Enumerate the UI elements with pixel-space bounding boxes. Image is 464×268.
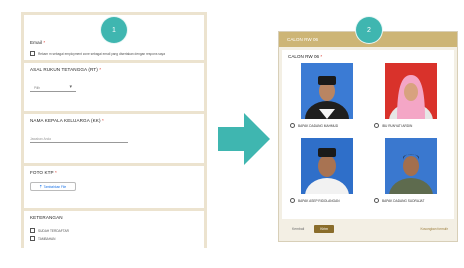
candidate-radio[interactable] bbox=[374, 198, 379, 203]
step-1-badge: 1 bbox=[101, 17, 127, 43]
candidate-choice[interactable]: BAPAK DADANG SUDRAJAT bbox=[374, 198, 448, 203]
candidate-choice[interactable]: BAPAK DADANG MAHMUD bbox=[290, 123, 364, 128]
ktp-label: FOTO KTP * bbox=[30, 170, 57, 175]
candidate-name: BAPAK DADANG SUDRAJAT bbox=[382, 198, 425, 203]
email-receipt-option[interactable]: Rekam m sebagai employment zone sebagai … bbox=[30, 51, 198, 56]
keterangan-checkbox[interactable] bbox=[30, 228, 35, 233]
keterangan-label: KETERANGAN bbox=[30, 215, 63, 220]
step-2-badge: 2 bbox=[356, 17, 382, 43]
add-file-button[interactable]: ⤒ Tambahkan File bbox=[30, 182, 76, 191]
candidate-photo bbox=[385, 63, 437, 119]
keterangan-card: KETERANGAN SUDAH TERDAFTAR TAMBAHAN bbox=[24, 211, 204, 252]
keterangan-checkbox[interactable] bbox=[30, 236, 35, 241]
form-footer: Kembali Kirim Kosongkan formulir bbox=[282, 220, 454, 238]
candidate-choice[interactable]: BAPAK ASEP RIDOLANGAN bbox=[290, 198, 364, 203]
rt-select-value: Pilih bbox=[34, 85, 41, 90]
back-button[interactable]: Kembali bbox=[288, 225, 308, 233]
arrow-right-icon bbox=[218, 113, 270, 165]
candidate-radio[interactable] bbox=[290, 198, 295, 203]
rt-label: ASAL RUKUN TETANGGA (RT) * bbox=[30, 67, 102, 72]
candidate-photo bbox=[301, 138, 353, 194]
rt-card: ASAL RUKUN TETANGGA (RT) * Pilih ▾ bbox=[24, 63, 204, 111]
ktp-card: FOTO KTP * ⤒ Tambahkan File bbox=[24, 166, 204, 208]
keterangan-option-label: SUDAH TERDAFTAR bbox=[38, 228, 69, 233]
form-panel-step-2: CALON RW 06 CALON RW 06 * BAPAK DADANG M… bbox=[278, 31, 458, 242]
email-receipt-text: Rekam m sebagai employment zone sebagai … bbox=[38, 51, 166, 56]
clear-form-link[interactable]: Kosongkan formulir bbox=[421, 227, 448, 231]
candidate-option[interactable]: BAPAK DADANG MAHMUD bbox=[290, 63, 364, 128]
tutorial-figure: Email * Rekam m sebagai employment zone … bbox=[0, 0, 464, 268]
kk-label: NAMA KEPALA KELUARGA (KK) * bbox=[30, 118, 104, 123]
form-panel-step-1: Email * Rekam m sebagai employment zone … bbox=[21, 12, 207, 252]
candidate-name: BAPAK ASEP RIDOLANGAN bbox=[298, 198, 340, 203]
email-receipt-checkbox[interactable] bbox=[30, 51, 35, 56]
section-header-title: CALON RW 06 bbox=[287, 37, 319, 42]
candidate-radio[interactable] bbox=[290, 123, 295, 128]
rt-select[interactable]: Pilih ▾ bbox=[30, 84, 76, 92]
candidate-radio[interactable] bbox=[374, 123, 379, 128]
upload-icon: ⤒ bbox=[39, 184, 42, 189]
keterangan-option[interactable]: SUDAH TERDAFTAR bbox=[30, 228, 198, 233]
submit-button[interactable]: Kirim bbox=[314, 225, 334, 233]
candidate-name: IBU RUNYATI ARDIN bbox=[382, 123, 413, 128]
keterangan-option[interactable]: TAMBAHAN bbox=[30, 236, 198, 241]
kk-input[interactable]: Jawaban Anda bbox=[30, 135, 128, 143]
candidate-photo bbox=[301, 63, 353, 119]
candidate-option[interactable]: BAPAK ASEP RIDOLANGAN bbox=[290, 138, 364, 203]
keterangan-options: SUDAH TERDAFTAR TAMBAHAN bbox=[30, 228, 198, 241]
chevron-down-icon: ▾ bbox=[69, 84, 72, 90]
keterangan-option-label: TAMBAHAN bbox=[38, 236, 56, 241]
candidate-name: BAPAK DADANG MAHMUD bbox=[298, 123, 339, 128]
candidate-photo bbox=[385, 138, 437, 194]
add-file-label: Tambahkan File bbox=[43, 184, 67, 189]
candidate-question-label: CALON RW 06 * bbox=[288, 54, 323, 59]
candidate-option[interactable]: IBU RUNYATI ARDIN bbox=[374, 63, 448, 128]
kk-input-placeholder: Jawaban Anda bbox=[30, 136, 51, 141]
candidate-question-card: CALON RW 06 * BAPAK DADANG MAHMUD IBU RU… bbox=[282, 50, 454, 219]
candidate-choice[interactable]: IBU RUNYATI ARDIN bbox=[374, 123, 448, 128]
kk-card: NAMA KEPALA KELUARGA (KK) * Jawaban Anda bbox=[24, 114, 204, 163]
candidate-option[interactable]: BAPAK DADANG SUDRAJAT bbox=[374, 138, 448, 203]
